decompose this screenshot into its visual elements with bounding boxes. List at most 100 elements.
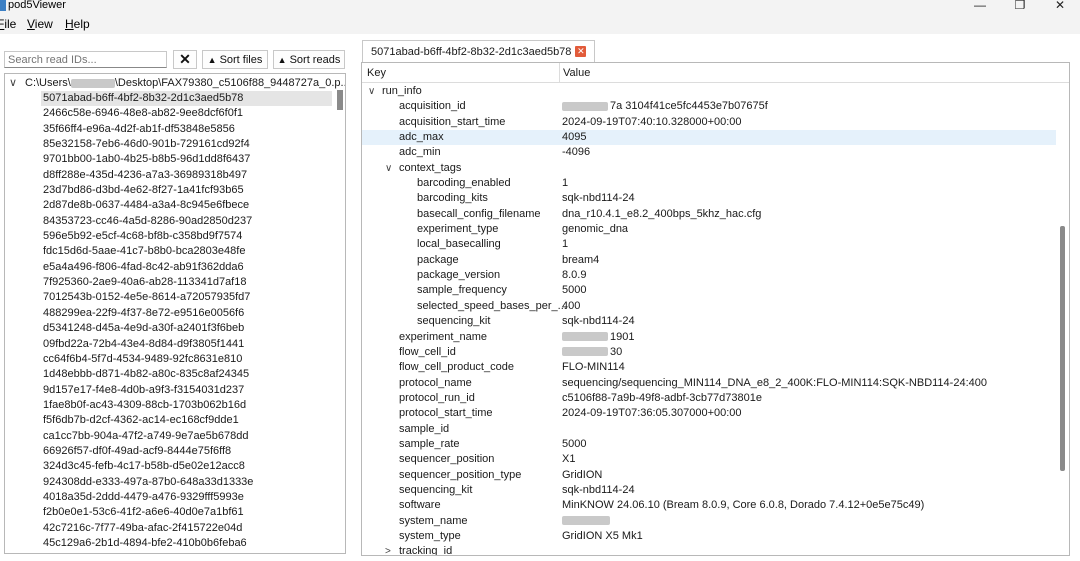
detail-row[interactable]: package bream4: [362, 253, 1056, 268]
chevron-down-icon[interactable]: ∨: [368, 84, 375, 99]
detail-row[interactable]: acquisition_id 7a 3104f41ce5fc4453e7b0767…: [362, 99, 1056, 114]
read-list-item[interactable]: 924308dd-e333-497a-87b0-648a33d1333e: [41, 475, 332, 490]
detail-key: barcoding_kits: [417, 192, 488, 205]
detail-row[interactable]: > tracking_id: [362, 544, 1056, 555]
read-list-item[interactable]: 9d157e17-f4e8-4d0b-a9f3-f3154031d237: [41, 383, 332, 398]
menu-file[interactable]: File: [0, 17, 16, 31]
read-list-item[interactable]: 7012543b-0152-4e5e-8614-a72057935fd7: [41, 290, 332, 305]
detail-row[interactable]: adc_max 4095: [362, 130, 1056, 146]
detail-row[interactable]: local_basecalling 1: [362, 237, 1056, 252]
detail-value: [562, 514, 612, 529]
value-column-header[interactable]: Value: [563, 67, 590, 79]
detail-value: sqk-nbd114-24: [562, 483, 635, 496]
read-list-item[interactable]: 1fae8b0f-ac43-4309-88cb-1703b062b16d: [41, 398, 332, 413]
chevron-right-icon[interactable]: >: [385, 544, 391, 555]
read-list-item[interactable]: f2b0e0e1-53c6-41f2-a6e6-40d0e7a1bf61: [41, 505, 332, 520]
read-list-item[interactable]: 488299ea-22f9-4f37-8e72-e9516e0056f6: [41, 306, 332, 321]
detail-row[interactable]: selected_speed_bases_per_... 400: [362, 299, 1056, 314]
sort-files-button[interactable]: ▲ Sort files: [202, 50, 268, 69]
detail-row[interactable]: sample_rate 5000: [362, 437, 1056, 452]
detail-row[interactable]: package_version 8.0.9: [362, 268, 1056, 283]
read-list-item[interactable]: d8ff288e-435d-4236-a7a3-36989318b497: [41, 168, 332, 183]
details-scrollbar[interactable]: [1060, 226, 1065, 471]
detail-key: protocol_start_time: [399, 407, 493, 420]
detail-key: acquisition_start_time: [399, 115, 506, 128]
detail-row[interactable]: system_type GridION X5 Mk1: [362, 529, 1056, 544]
detail-value: 1901: [562, 330, 634, 345]
read-list-item[interactable]: 5071abad-b6ff-4bf2-8b32-2d1c3aed5b78: [41, 91, 332, 107]
triangle-up-icon: ▲: [207, 54, 217, 65]
detail-row[interactable]: protocol_name sequencing/sequencing_MIN11…: [362, 376, 1056, 391]
close-window-button[interactable]: ✕: [1040, 0, 1080, 14]
read-list-item[interactable]: 324d3c45-fefb-4c17-b58b-d5e02e12acc8: [41, 459, 332, 474]
detail-row[interactable]: flow_cell_id 30: [362, 345, 1056, 360]
detail-row[interactable]: barcoding_kits sqk-nbd114-24: [362, 191, 1056, 206]
read-list-item[interactable]: 09fbd22a-72b4-43e4-8d84-d9f3805f1441: [41, 337, 332, 352]
read-list-item[interactable]: 7f925360-2ae9-40a6-ab28-113341d7af18: [41, 275, 332, 290]
read-list-item[interactable]: 596e5b92-e5cf-4c68-bf8b-c358bd9f7574: [41, 229, 332, 244]
detail-value: X1: [562, 453, 576, 466]
detail-row[interactable]: protocol_start_time 2024-09-19T07:36:05.3…: [362, 406, 1056, 421]
tab-read[interactable]: 5071abad-b6ff-4bf2-8b32-2d1c3aed5b78 ✕: [362, 40, 596, 62]
read-list-item[interactable]: cc64f6b4-5f7d-4534-9489-92fc8631e810: [41, 352, 332, 367]
detail-row[interactable]: protocol_run_id c5106f88-7a9b-49f8-adbf-3…: [362, 391, 1056, 406]
read-list-item[interactable]: d5341248-d45a-4e9d-a30f-a2401f3f6beb: [41, 321, 332, 336]
menu-view[interactable]: View: [27, 17, 53, 31]
detail-key: flow_cell_product_code: [399, 361, 514, 374]
chevron-down-icon[interactable]: ∨: [9, 76, 25, 89]
read-list-item[interactable]: 1d48ebbb-d871-4b82-a80c-835c8af24345: [41, 367, 332, 382]
title-bar: pod5Viewer — ❐ ✕: [0, 0, 1080, 14]
detail-row[interactable]: barcoding_enabled 1: [362, 176, 1056, 191]
detail-key: sample_id: [399, 422, 450, 435]
detail-row[interactable]: sequencer_position X1: [362, 452, 1056, 467]
detail-row[interactable]: sequencer_position_type GridION: [362, 468, 1056, 483]
key-column-header[interactable]: Key: [367, 67, 386, 79]
read-list-item[interactable]: 42c7216c-7f77-49ba-afac-2f415722e04d: [41, 521, 332, 536]
column-header: Key Value: [362, 63, 1069, 83]
detail-row[interactable]: acquisition_start_time 2024-09-19T07:40:1…: [362, 115, 1056, 130]
detail-row[interactable]: flow_cell_product_code FLO-MIN114: [362, 360, 1056, 375]
detail-row[interactable]: experiment_name 1901: [362, 330, 1056, 345]
tree-file-node[interactable]: ∨ C:\Users\ \Desktop\FAX79380_c5106f88_944…: [9, 76, 345, 89]
sort-reads-button[interactable]: ▲ Sort reads: [273, 50, 345, 69]
detail-row[interactable]: sequencing_kit sqk-nbd114-24: [362, 314, 1056, 329]
tree-scrollbar[interactable]: [337, 90, 343, 110]
read-list-item[interactable]: 9701bb00-1ab0-4b25-b8b5-96d1dd8f6437: [41, 152, 332, 167]
read-list-item[interactable]: 2d87de8b-0637-4484-a3a4-8c945e6fbece: [41, 198, 332, 213]
read-list-item[interactable]: e5a4a496-f806-4fad-8c42-ab91f362dda6: [41, 260, 332, 275]
restore-button[interactable]: ❐: [1000, 0, 1040, 14]
search-input[interactable]: [4, 51, 167, 68]
detail-row[interactable]: software MinKNOW 24.06.10 (Bream 8.0.9, C…: [362, 498, 1056, 513]
detail-row[interactable]: ∨ run_info: [362, 84, 1056, 99]
close-tab-icon[interactable]: ✕: [575, 46, 587, 57]
menu-help[interactable]: Help: [65, 17, 90, 31]
detail-row[interactable]: ∨ context_tags: [362, 161, 1056, 176]
detail-row[interactable]: sample_id: [362, 422, 1056, 437]
read-list-item[interactable]: ca1cc7bb-904a-47f2-a749-9e7ae5b678dd: [41, 429, 332, 444]
read-list-item[interactable]: 84353723-cc46-4a5d-8286-90ad2850d237: [41, 214, 332, 229]
detail-value: 2024-09-19T07:36:05.307000+00:00: [562, 407, 742, 420]
clear-search-button[interactable]: ✕: [173, 50, 197, 69]
detail-row[interactable]: sequencing_kit sqk-nbd114-24: [362, 483, 1056, 498]
column-divider[interactable]: [559, 63, 560, 83]
detail-row[interactable]: system_name: [362, 514, 1056, 529]
read-list-item[interactable]: 2466c58e-6946-48e8-ab82-9ee8dcf6f0f1: [41, 106, 332, 121]
detail-row[interactable]: basecall_config_filename dna_r10.4.1_e8.2…: [362, 207, 1056, 222]
detail-value: sqk-nbd114-24: [562, 315, 635, 328]
read-list-item[interactable]: 85e32158-7eb6-46d0-901b-729161cd92f4: [41, 137, 332, 152]
detail-row[interactable]: sample_frequency 5000: [362, 283, 1056, 298]
detail-key: selected_speed_bases_per_...: [417, 299, 567, 312]
detail-key: system_name: [399, 514, 468, 527]
detail-row[interactable]: experiment_type genomic_dna: [362, 222, 1056, 237]
read-list-item[interactable]: 4018a35d-2ddd-4479-a476-9329fff5993e: [41, 490, 332, 505]
detail-row[interactable]: adc_min -4096: [362, 145, 1056, 160]
chevron-down-icon[interactable]: ∨: [385, 161, 392, 176]
file-tree: ∨ C:\Users\ \Desktop\FAX79380_c5106f88_944…: [4, 73, 346, 554]
read-list-item[interactable]: fdc15d6d-5aae-41c7-b8b0-bca2803e48fe: [41, 244, 332, 259]
minimize-button[interactable]: —: [960, 0, 1000, 14]
read-list-item[interactable]: 23d7bd86-d3bd-4e62-8f27-1a41fcf93b65: [41, 183, 332, 198]
read-list-item[interactable]: 35f66ff4-e96a-4d2f-ab1f-df53848e5856: [41, 122, 332, 137]
read-list-item[interactable]: f5f6db7b-d2cf-4362-ac14-ec168cf9dde1: [41, 413, 332, 428]
read-list-item[interactable]: 45c129a6-2b1d-4894-bfe2-410b0b6feba6: [41, 536, 332, 551]
read-list-item[interactable]: 66926f57-df0f-49ad-acf9-8444e75f6ff8: [41, 444, 332, 459]
